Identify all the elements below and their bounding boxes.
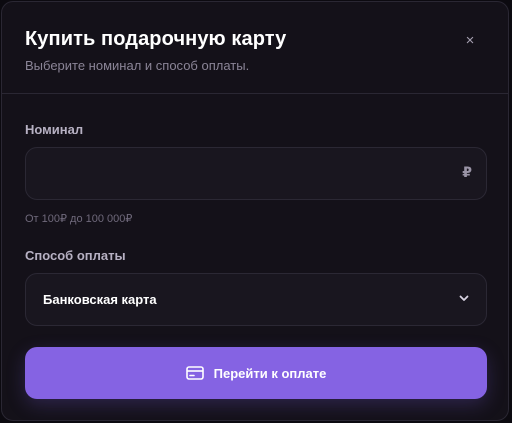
- credit-card-icon: [185, 366, 204, 380]
- dialog-title: Купить подарочную карту: [25, 28, 287, 50]
- payment-method-select[interactable]: Банковская карта: [25, 273, 487, 326]
- dialog-header: Купить подарочную карту Выберите номинал…: [2, 2, 508, 94]
- dialog-subtitle: Выберите номинал и способ оплаты.: [25, 58, 250, 73]
- payment-method-label: Способ оплаты: [25, 248, 126, 263]
- amount-hint: От 100₽ до 100 000₽: [25, 213, 133, 225]
- proceed-to-payment-button[interactable]: Перейти к оплате: [25, 347, 487, 399]
- chevron-down-icon: [459, 295, 469, 301]
- gift-card-dialog: Купить подарочную карту Выберите номинал…: [1, 1, 509, 421]
- amount-input[interactable]: [42, 148, 446, 201]
- amount-label: Номинал: [25, 122, 84, 137]
- ruble-icon: ₽: [462, 164, 472, 180]
- close-icon[interactable]: ×: [460, 30, 480, 50]
- proceed-to-payment-label: Перейти к оплате: [213, 365, 327, 381]
- payment-method-value: Банковская карта: [43, 292, 157, 307]
- amount-field[interactable]: ₽: [25, 147, 487, 201]
